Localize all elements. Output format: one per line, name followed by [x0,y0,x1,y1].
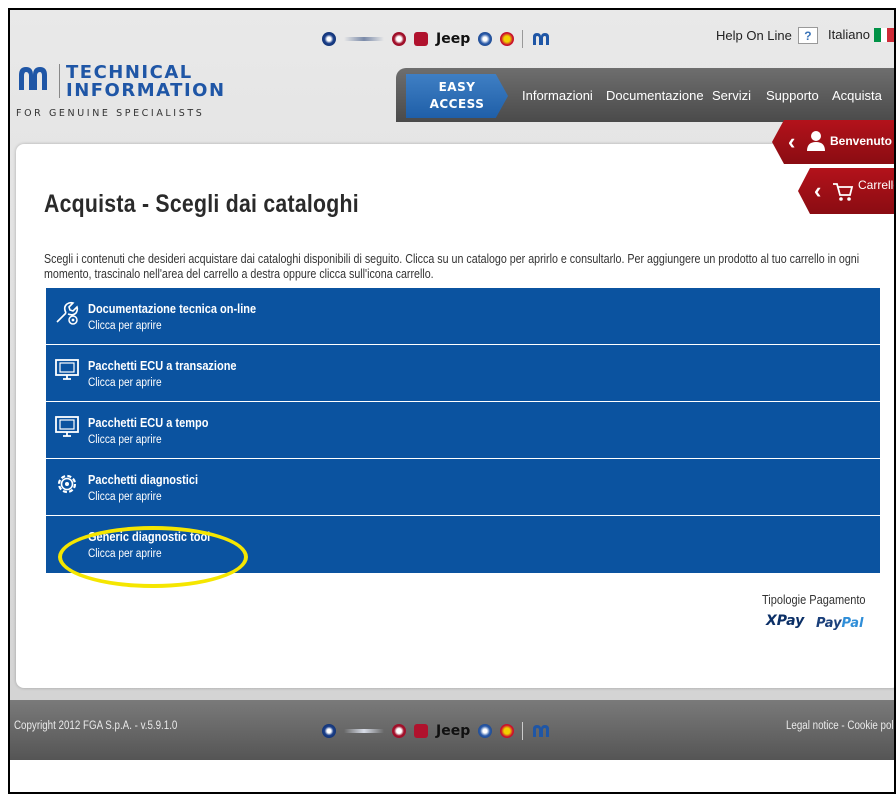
nav-servizi[interactable]: Servizi [712,88,751,103]
catalog-item-generic-diagnostic-tool[interactable]: Generic diagnostic tool Clicca per aprir… [46,516,880,573]
brand-divider [522,30,524,48]
paypal-logo: PayPal [816,616,863,631]
abarth-icon[interactable] [500,32,515,46]
lancia-icon[interactable] [478,32,493,46]
language-label: Italiano [828,27,870,42]
catalog-title: Generic diagnostic tool [88,530,211,544]
nav-informazioni[interactable]: Informazioni [522,88,593,103]
chrysler-icon[interactable] [344,37,384,41]
chevron-left-icon: ‹ [814,178,822,203]
help-label: Help On Line [716,28,792,43]
catalog-item-documentazione[interactable]: Documentazione tecnica on-line Clicca pe… [46,288,880,345]
copyright-text: Copyright 2012 FGA S.p.A. - v.5.9.1.0 [14,720,178,732]
catalog-item-ecu-transazione[interactable]: Pacchetti ECU a transazione Clicca per a… [46,345,880,402]
brand-strip-footer: Jeep [322,722,551,740]
page-intro: Scegli i contenuti che desideri acquista… [44,252,860,281]
chevron-left-icon: ‹ [788,129,796,154]
monitor-icon [55,416,79,437]
gear-icon [57,474,77,494]
chrysler-icon[interactable] [344,729,384,733]
nav-documentazione[interactable]: Documentazione [606,88,704,103]
alfa-romeo-icon[interactable] [322,32,336,46]
catalog-item-diagnostici[interactable]: Pacchetti diagnostici Clicca per aprire [46,459,880,516]
welcome-label: Benvenuto [830,134,893,148]
shopping-cart-icon [833,183,854,201]
catalog-subtitle: Clicca per aprire [88,491,162,503]
language-selector[interactable]: Italiano [828,27,894,42]
nav-acquista[interactable]: Acquista [832,88,882,103]
cart-label: Carrello [858,178,896,192]
mopar-m-icon [19,67,47,90]
jeep-logo[interactable]: Jeep [436,31,470,47]
xpay-logo: XPay [766,613,805,629]
catalog-subtitle: Clicca per aprire [88,377,162,389]
easy-access-button[interactable]: EASY ACCESS [406,74,508,118]
mopar-icon[interactable] [531,31,551,47]
brand-divider [522,722,524,740]
jeep-logo[interactable]: Jeep [436,723,470,739]
logo-line-2: INFORMATION [66,80,226,101]
footer: Copyright 2012 FGA S.p.A. - v.5.9.1.0 Je… [10,700,894,760]
welcome-tab[interactable]: ‹ Benvenuto [772,120,894,164]
paypal-part-2: Pal [841,616,864,631]
payment-types-label: Tipologie Pagamento [762,593,866,607]
easy-access-line-1: EASY [438,80,476,94]
user-icon [807,131,825,151]
catalog-title: Pacchetti ECU a transazione [88,359,237,373]
fiat-professional-icon[interactable] [414,724,428,738]
catalog-item-ecu-tempo[interactable]: Pacchetti ECU a tempo Clicca per aprire [46,402,880,459]
logo-tagline: FOR GENUINE SPECIALISTS [16,108,205,119]
catalog-list: Documentazione tecnica on-line Clicca pe… [46,288,880,573]
catalog-subtitle: Clicca per aprire [88,320,162,332]
catalog-subtitle: Clicca per aprire [88,434,162,446]
brand-strip-top: Jeep [322,30,551,48]
nav-supporto[interactable]: Supporto [766,88,819,103]
legal-notice-link[interactable]: Legal notice - Cookie policy [786,720,894,732]
main-nav: EASY ACCESS Informazioni Documentazione … [396,68,894,122]
monitor-icon [55,359,79,380]
easy-access-line-2: ACCESS [429,97,485,111]
fiat-icon[interactable] [392,724,406,738]
catalog-subtitle: Clicca per aprire [88,548,162,560]
abarth-icon[interactable] [500,724,515,738]
alfa-romeo-icon[interactable] [322,724,336,738]
wrench-icon [56,301,79,325]
catalog-title: Documentazione tecnica on-line [88,302,257,316]
help-online-link[interactable]: Help On Line ? [716,27,818,44]
catalog-title: Pacchetti ECU a tempo [88,416,209,430]
lancia-icon[interactable] [478,724,493,738]
catalog-title: Pacchetti diagnostici [88,473,199,487]
cart-tab[interactable]: ‹ Carrello [798,168,896,214]
fiat-professional-icon[interactable] [414,32,428,46]
fiat-icon[interactable] [392,32,406,46]
mopar-icon[interactable] [531,723,551,739]
browser-frame: Jeep Help On Line ? Italiano TECHNICAL I… [8,8,896,794]
page-title: Acquista - Scegli dai cataloghi [44,190,359,218]
help-question-icon: ? [797,27,818,44]
logo-divider [59,64,60,98]
italy-flag-icon [873,27,894,42]
paypal-part-1: Pay [816,616,842,631]
